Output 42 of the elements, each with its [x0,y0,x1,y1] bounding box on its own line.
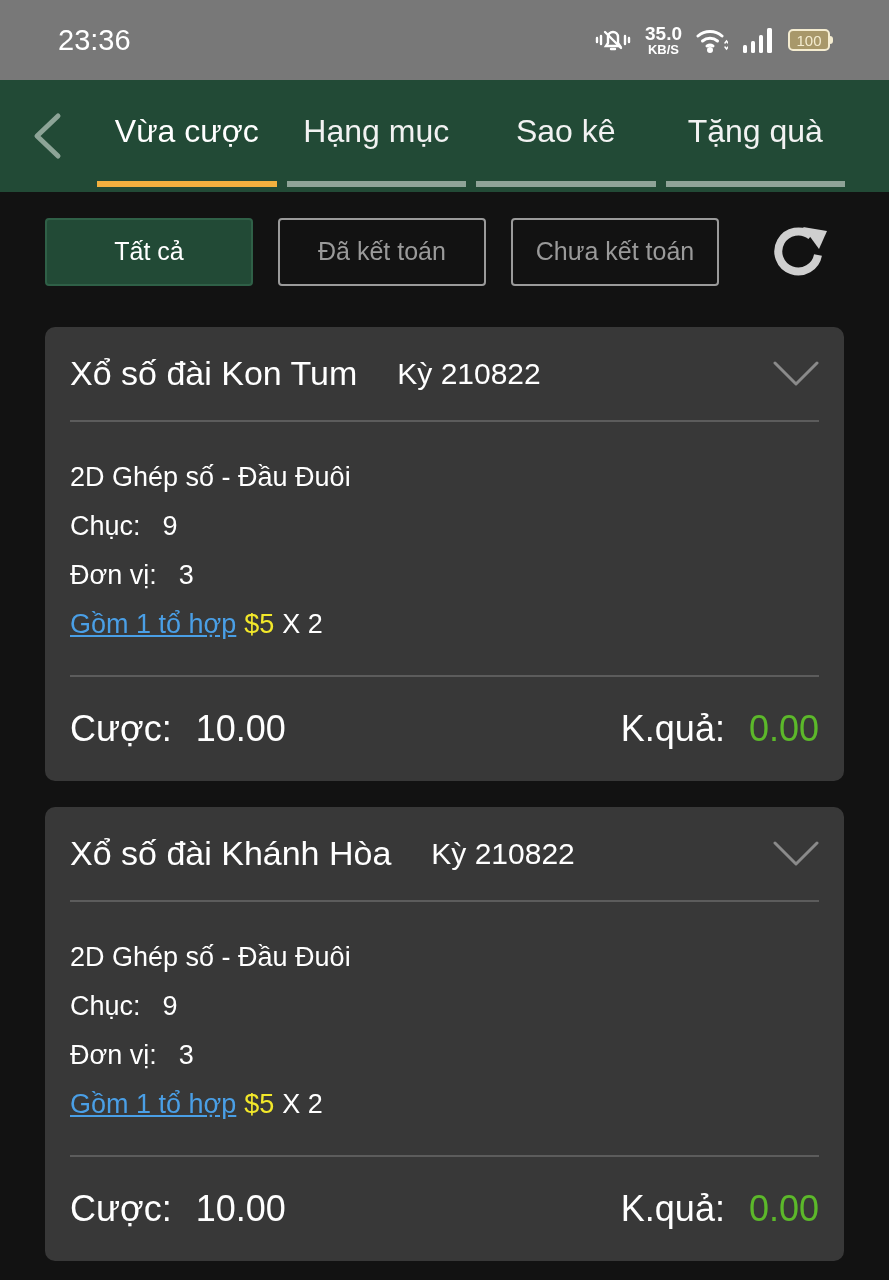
bet-type: 2D Ghép số - Đầu Đuôi [70,941,351,975]
result-label: K.quả: [620,707,725,751]
field-value: 3 [178,1039,194,1073]
status-time: 23:36 [58,25,131,55]
stake-label: Cược: [70,707,172,751]
field-label: Chục: [70,990,141,1024]
combination-link[interactable]: Gồm 1 tổ hợp [70,604,237,645]
multiplier-text: X 2 [282,608,323,642]
period-text: Kỳ 210822 [397,356,541,392]
tab[interactable]: Vừa cược [97,80,277,192]
field-value: 3 [178,559,194,593]
price-text: $5 [244,1088,275,1122]
field-label: Chục: [70,510,141,544]
field-value: 9 [162,510,178,544]
result-amount: 0.00 [748,1187,819,1231]
field-label: Đơn vị: [70,1039,157,1073]
lottery-title: Xổ số đài Khánh Hòa [70,833,392,874]
field-label: Đơn vị: [70,559,157,593]
stake-label: Cược: [70,1187,172,1231]
tab[interactable]: Tặng quà [665,80,845,192]
combination-link[interactable]: Gồm 1 tổ hợp [70,1084,237,1125]
filter-button[interactable]: Đã kết toán [278,218,486,286]
wifi-icon [696,27,728,53]
stake-amount: 10.00 [195,1187,286,1231]
chevron-down-icon[interactable] [773,360,819,387]
network-speed: 35.0 KB/S [645,24,682,56]
filter-button[interactable]: Chưa kết toán [511,218,719,286]
multiplier-text: X 2 [282,1088,323,1122]
period-text: Kỳ 210822 [431,836,575,872]
chevron-down-icon[interactable] [773,840,819,867]
result-label: K.quả: [620,1187,725,1231]
signal-icon [742,27,774,53]
result-amount: 0.00 [748,707,819,751]
price-text: $5 [244,608,275,642]
tab[interactable]: Hạng mục [286,80,466,192]
stake-amount: 10.00 [195,707,286,751]
filter-button[interactable]: Tất cả [45,218,253,286]
lottery-title: Xổ số đài Kon Tum [70,353,358,394]
bet-type: 2D Ghép số - Đầu Đuôi [70,461,351,495]
tab[interactable]: Sao kê [476,80,656,192]
battery-icon: 100 [788,29,833,51]
field-value: 9 [162,990,178,1024]
